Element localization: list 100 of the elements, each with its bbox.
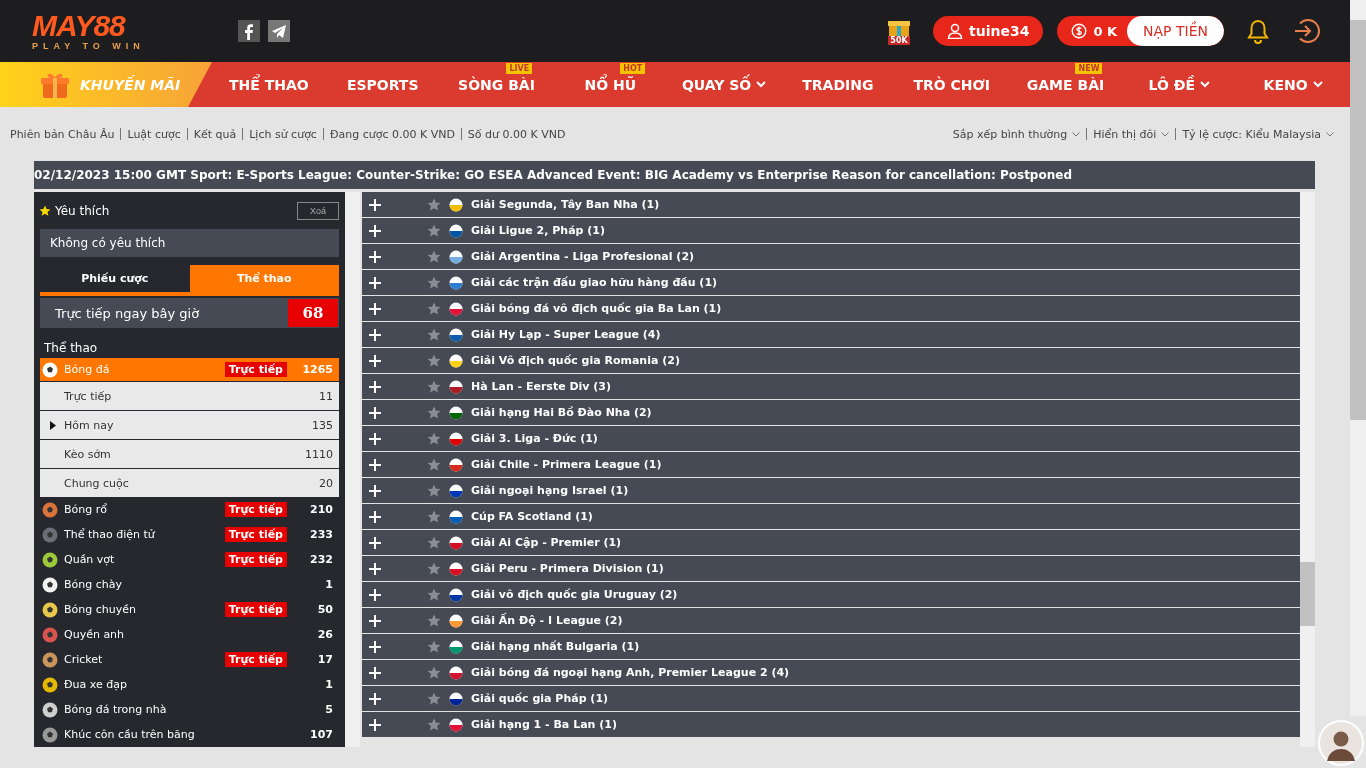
flag-icon <box>449 405 463 420</box>
league-row[interactable]: Giải Segunda, Tây Ban Nha (1) <box>362 192 1300 217</box>
info-link[interactable]: Số dư 0.00 K VND <box>467 127 566 141</box>
flag-icon <box>449 717 463 732</box>
logo[interactable]: MAY88 PLAY TO WIN <box>32 11 174 51</box>
logo-brand: MAY88 <box>32 11 125 41</box>
sport-item[interactable]: Bóng chày 1 <box>40 572 339 597</box>
league-row[interactable]: Giải ngoại hạng Israel (1) <box>362 478 1300 503</box>
league-row[interactable]: Giải Argentina - Liga Profesional (2) <box>362 244 1300 269</box>
league-row[interactable]: Giải hạng 1 - Ba Lan (1) <box>362 712 1300 737</box>
user-button[interactable]: tuine34 <box>933 16 1044 46</box>
sub-item[interactable]: Kèo sớm 1110 <box>40 439 339 468</box>
league-row[interactable]: Giải Ligue 2, Pháp (1) <box>362 218 1300 243</box>
nav-link[interactable]: ESPORTS <box>325 62 440 107</box>
option-dropdown[interactable]: Sắp xếp bình thường <box>952 127 1081 141</box>
live-now-banner[interactable]: Trực tiếp ngay bây giờ 68 <box>40 298 339 328</box>
league-row[interactable]: Giải quốc gia Pháp (1) <box>362 686 1300 711</box>
star-icon <box>427 587 441 602</box>
league-row[interactable]: Giải Ai Cập - Premier (1) <box>362 530 1300 555</box>
nav-link[interactable]: LÔ ĐỀ <box>1122 62 1237 107</box>
nav-link[interactable]: LIVE SÒNG BÀI <box>439 62 554 107</box>
star-icon <box>427 639 441 654</box>
nav-badge: HOT <box>620 63 646 74</box>
user-icon <box>947 23 963 39</box>
plus-icon <box>369 276 381 289</box>
flag-icon <box>449 535 463 550</box>
sport-item[interactable]: Đua xe đạp 1 <box>40 672 339 697</box>
clear-button[interactable]: Xoá <box>297 201 339 220</box>
plus-icon <box>369 458 381 471</box>
option-dropdown[interactable]: Hiển thị đôi <box>1093 127 1170 141</box>
nav-link[interactable]: HOT NỔ HŨ <box>553 62 668 107</box>
sport-count: 50 <box>316 603 333 616</box>
star-icon <box>427 353 441 368</box>
star-icon <box>427 327 441 342</box>
league-row[interactable]: Giải Peru - Primera Division (1) <box>362 556 1300 581</box>
chevron-down-icon <box>1161 131 1170 137</box>
gift-label: 50K <box>888 35 910 45</box>
plus-icon <box>369 614 381 627</box>
nav-link[interactable]: TRADING <box>781 62 895 107</box>
nav-link[interactable]: QUAY SỐ <box>667 62 781 107</box>
star-icon <box>427 249 441 264</box>
sport-item[interactable]: Quyền anh 26 <box>40 622 339 647</box>
sport-count: 1 <box>324 578 333 591</box>
sport-item[interactable]: Thể thao điện tử Trực tiếp 233 <box>40 522 339 547</box>
info-link[interactable]: Luật cược <box>127 127 181 141</box>
flag-icon <box>449 301 463 316</box>
sport-item[interactable]: Bóng đá trong nhà 5 <box>40 697 339 722</box>
plus-icon <box>369 302 381 315</box>
sport-item[interactable]: Bóng chuyền Trực tiếp 50 <box>40 597 339 622</box>
favorites-title: Yêu thích <box>55 203 111 218</box>
league-row[interactable]: Hà Lan - Eerste Div (3) <box>362 374 1300 399</box>
sub-count: 20 <box>319 476 333 490</box>
sub-item[interactable]: Chung cuộc 20 <box>40 468 339 497</box>
league-row[interactable]: Giải bóng đá vô địch quốc gia Ba Lan (1) <box>362 296 1300 321</box>
league-row[interactable]: Giải hạng Hai Bồ Đào Nha (2) <box>362 400 1300 425</box>
star-icon <box>427 197 441 212</box>
info-link[interactable]: Phiên bản Châu Âu <box>10 127 115 141</box>
flag-icon <box>449 379 463 394</box>
flag-icon <box>449 197 463 212</box>
nav-link[interactable]: NEW GAME BÀI <box>1008 62 1123 107</box>
nav-link[interactable]: KENO <box>1236 62 1350 107</box>
league-row[interactable]: Giải Hy Lạp - Super League (4) <box>362 322 1300 347</box>
flag-icon <box>449 457 463 472</box>
sport-item[interactable]: Bóng đá Trực tiếp 1265 <box>40 358 339 381</box>
star-icon <box>39 204 51 217</box>
league-row[interactable]: Giải Vô địch quốc gia Romania (2) <box>362 348 1300 373</box>
league-row[interactable]: Giải các trận đấu giao hữu hàng đầu (1) <box>362 270 1300 295</box>
sport-count: 107 <box>309 728 333 741</box>
sub-item[interactable]: Trực tiếp 11 <box>40 381 339 410</box>
sport-item[interactable]: Khúc côn cầu trên băng 107 <box>40 722 339 747</box>
balance-button[interactable]: 0 K <box>1057 16 1128 46</box>
nav-link[interactable]: THỂ THAO <box>212 62 326 107</box>
info-link[interactable]: Đang cược 0.00 K VND <box>329 127 455 141</box>
plus-icon <box>369 484 381 497</box>
deposit-button[interactable]: NẠP TIỀN <box>1127 16 1224 46</box>
flag-icon <box>449 509 463 524</box>
league-row[interactable]: Giải Chile - Primera League (1) <box>362 452 1300 477</box>
sport-item[interactable]: Cricket Trực tiếp 17 <box>40 647 339 672</box>
league-row[interactable]: Giải bóng đá ngoại hạng Anh, Premier League 2 (4) <box>362 660 1300 685</box>
info-link[interactable]: Lịch sử cược <box>249 127 317 141</box>
option-dropdown[interactable]: Tỷ lệ cược: Kiểu Malaysia <box>1182 127 1334 141</box>
live-badge: Trực tiếp <box>224 502 287 517</box>
league-row[interactable]: Giải Ấn Độ - I League (2) <box>362 608 1300 633</box>
chevron-down-icon <box>1326 131 1334 137</box>
league-row[interactable]: Cúp FA Scotland (1) <box>362 504 1300 529</box>
star-icon <box>427 457 441 472</box>
star-icon <box>427 379 441 394</box>
nav-link[interactable]: TRÒ CHƠI <box>894 62 1009 107</box>
sub-item[interactable]: Hôm nay 135 <box>40 410 339 439</box>
info-link[interactable]: Kết quả <box>193 127 237 141</box>
plus-icon <box>369 588 381 601</box>
sport-item[interactable]: Quần vợt Trực tiếp 232 <box>40 547 339 572</box>
plus-icon <box>369 666 381 679</box>
league-row[interactable]: Giải vô địch quốc gia Uruguay (2) <box>362 582 1300 607</box>
sport-item[interactable]: Bóng rổ Trực tiếp 210 <box>40 497 339 522</box>
league-row[interactable]: Giải hạng nhất Bulgaria (1) <box>362 634 1300 659</box>
star-icon <box>427 509 441 524</box>
star-icon <box>427 613 441 628</box>
gift-promo-icon[interactable]: 50K <box>883 17 915 45</box>
league-row[interactable]: Giải 3. Liga - Đức (1) <box>362 426 1300 451</box>
